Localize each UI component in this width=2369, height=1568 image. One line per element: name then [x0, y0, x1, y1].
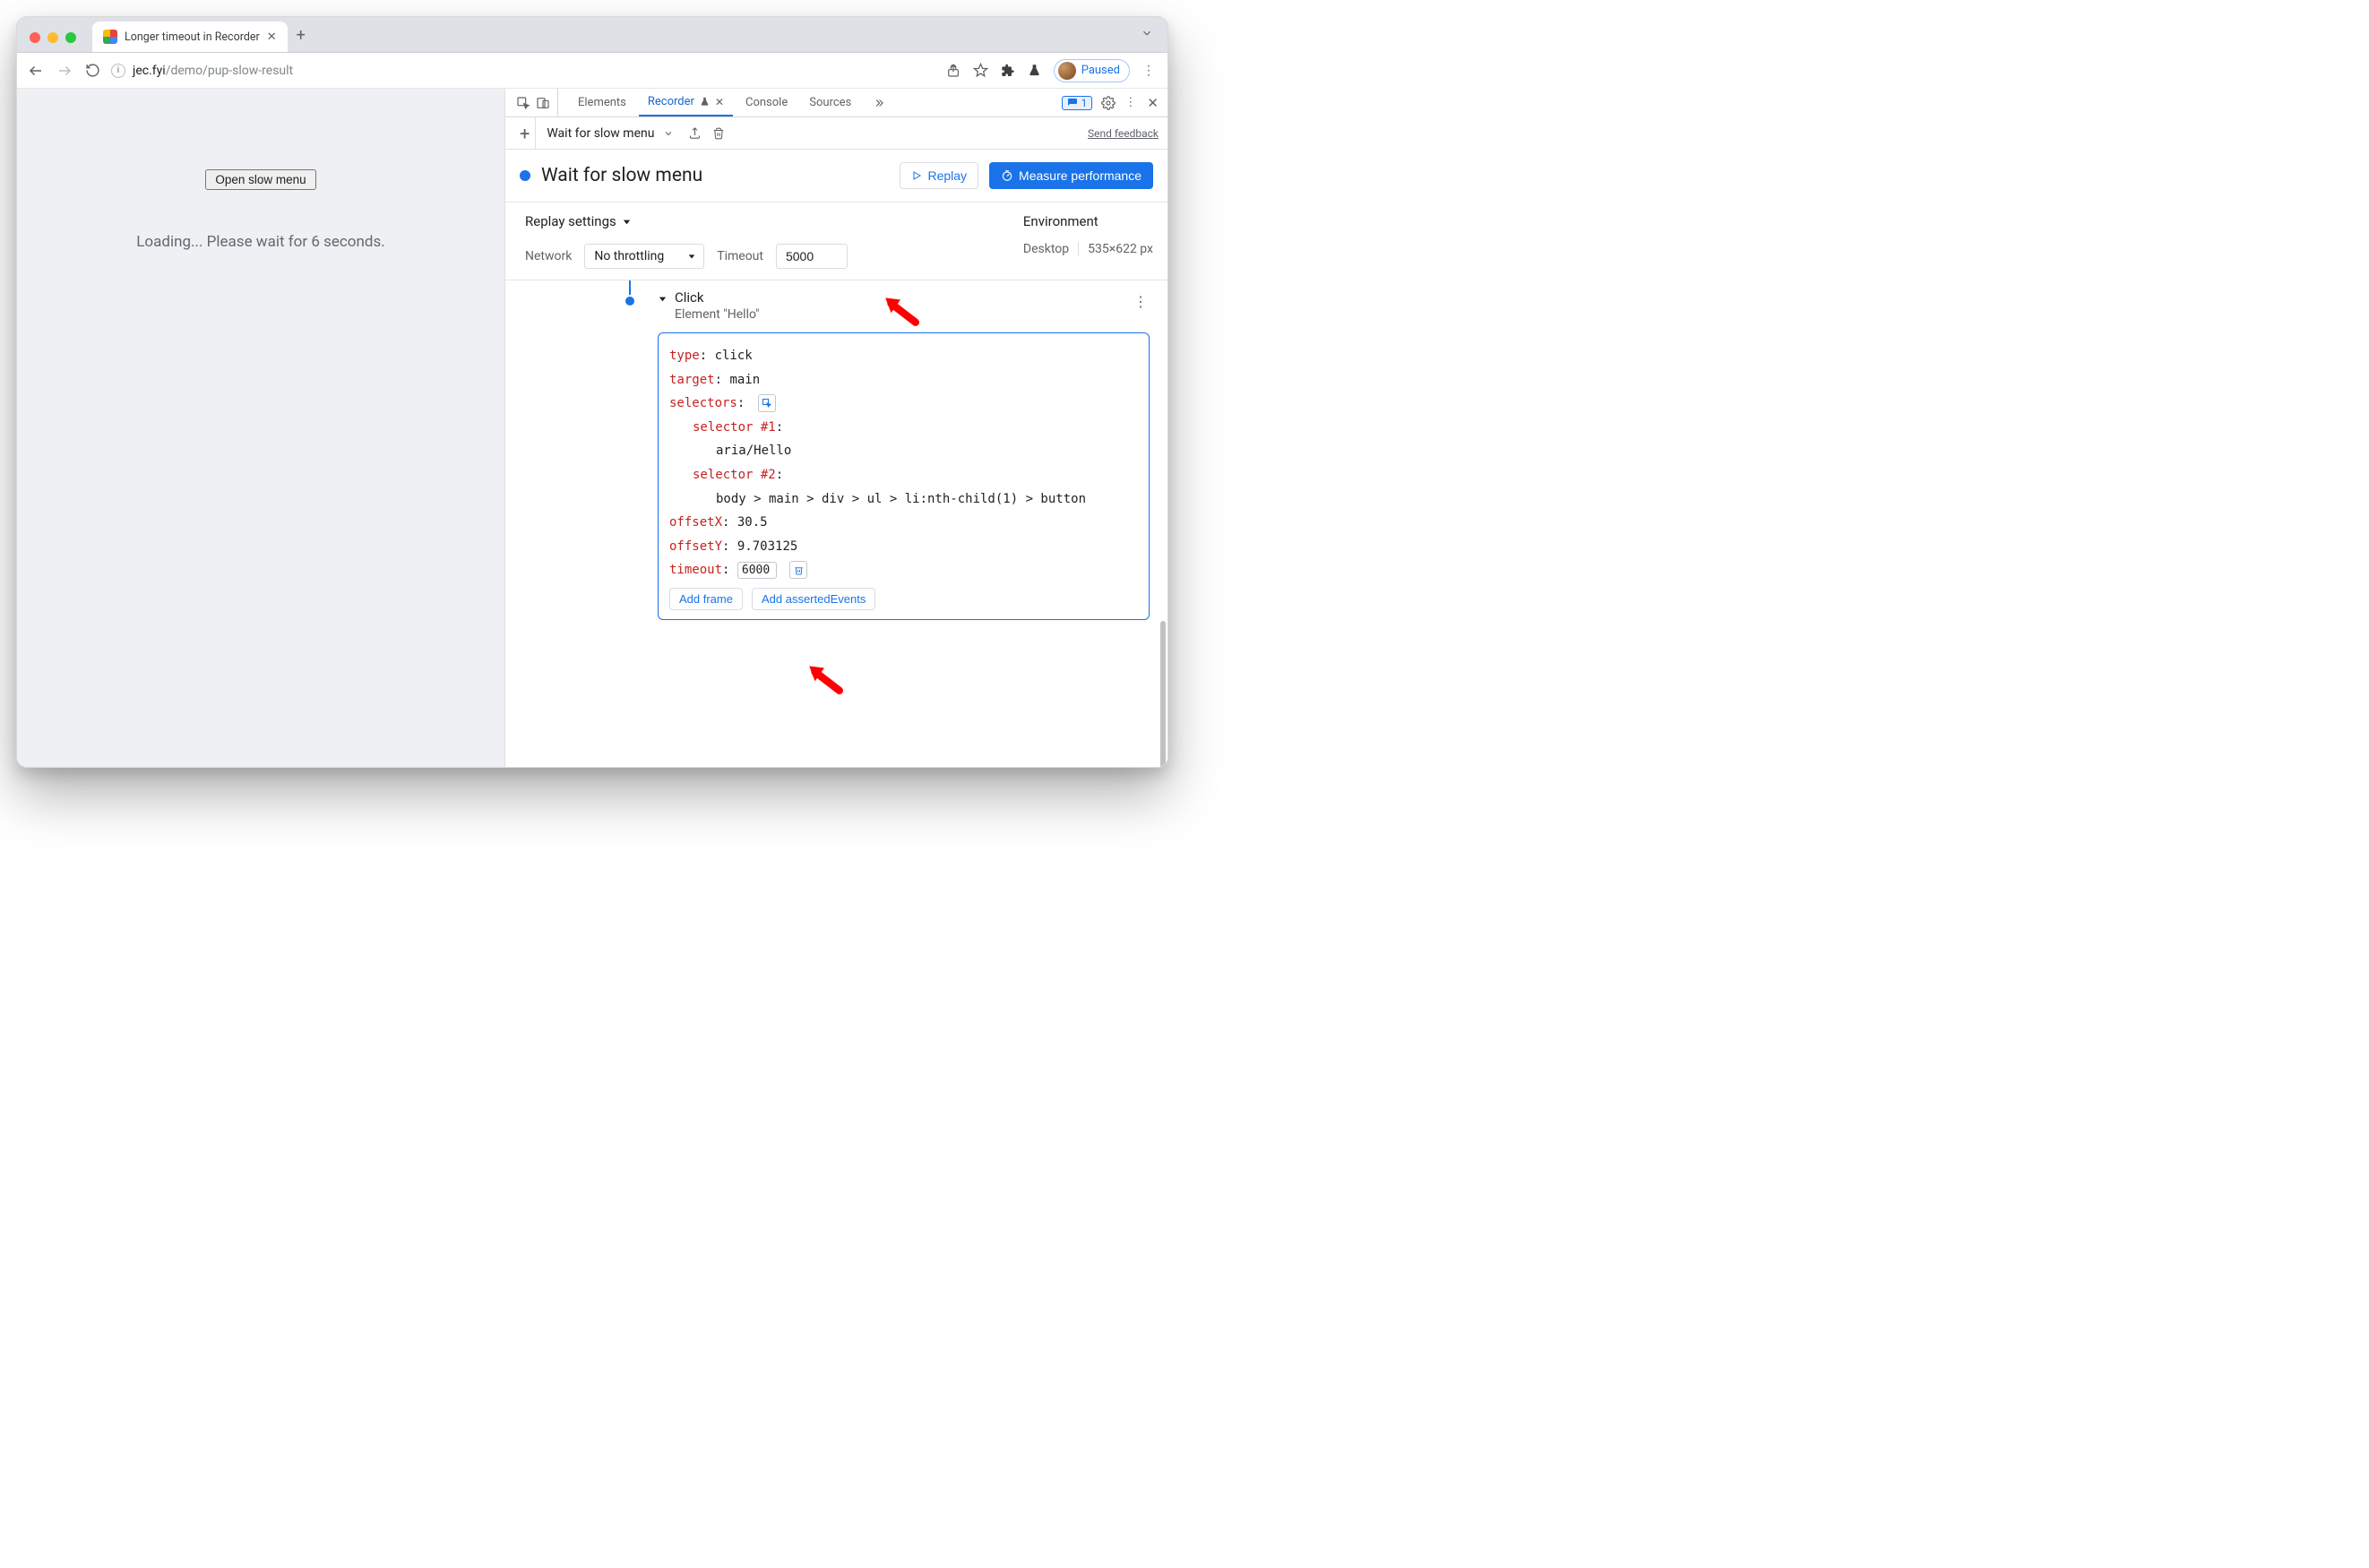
- step-menu-button[interactable]: ⋮: [1133, 293, 1150, 310]
- inspect-element-icon[interactable]: [516, 96, 530, 110]
- loading-text: Loading... Please wait for 6 seconds.: [17, 233, 504, 251]
- tab-title: Longer timeout in Recorder: [125, 30, 260, 44]
- devtools-settings-icon[interactable]: [1101, 96, 1116, 110]
- default-timeout-input[interactable]: [776, 244, 848, 269]
- new-recording-button[interactable]: +: [514, 117, 536, 149]
- environment-info: Desktop 535×622 px: [1023, 242, 1153, 256]
- url-bar: i jec.fyi/demo/pup-slow-result Paused ⋮: [17, 53, 1167, 89]
- close-recorder-tab[interactable]: ✕: [715, 96, 724, 108]
- nav-back-button[interactable]: [28, 63, 44, 79]
- window-zoom-button[interactable]: [65, 32, 76, 43]
- step-click: Click Element "Hello" ⋮ type: click targ…: [658, 289, 1150, 620]
- step-marker: [625, 297, 634, 306]
- share-icon[interactable]: [946, 64, 961, 78]
- recording-steps: Click Element "Hello" ⋮ type: click targ…: [505, 280, 1167, 767]
- environment-title: Environment: [1023, 213, 1153, 229]
- browser-tab[interactable]: Longer timeout in Recorder ✕: [92, 22, 288, 52]
- recording-title: Wait for slow menu: [541, 165, 889, 186]
- devtools-menu-button[interactable]: ⋮: [1124, 96, 1138, 109]
- bookmark-star-icon[interactable]: [973, 63, 988, 78]
- profile-state: Paused: [1081, 64, 1120, 77]
- page-viewport: Open slow menu Loading... Please wait fo…: [17, 89, 505, 767]
- network-label: Network: [525, 249, 572, 263]
- window-close-button[interactable]: [30, 32, 40, 43]
- tabs-dropdown-button[interactable]: [1133, 26, 1160, 52]
- step-subtitle: Element "Hello": [675, 307, 760, 322]
- experiments-icon[interactable]: [1028, 64, 1041, 77]
- nav-forward-button[interactable]: [56, 63, 73, 79]
- tab-elements[interactable]: Elements: [569, 89, 635, 116]
- extensions-icon[interactable]: [1001, 64, 1015, 78]
- flask-icon: [700, 97, 710, 107]
- devtools-toolbar: Elements Recorder ✕ Console Sources: [505, 89, 1167, 117]
- new-tab-button[interactable]: +: [288, 26, 314, 52]
- browser-menu-button[interactable]: ⋮: [1142, 64, 1157, 78]
- export-recording-icon[interactable]: [688, 126, 702, 140]
- step-title: Click: [675, 289, 760, 306]
- recorder-subbar: + Wait for slow menu Send feedback: [505, 117, 1167, 150]
- tab-favicon: [103, 30, 117, 44]
- tab-console[interactable]: Console: [737, 89, 797, 116]
- pick-selector-icon[interactable]: [758, 394, 776, 412]
- measure-performance-button[interactable]: Measure performance: [989, 162, 1153, 189]
- omnibox[interactable]: i jec.fyi/demo/pup-slow-result: [111, 64, 935, 78]
- site-info-icon[interactable]: i: [111, 64, 125, 78]
- tab-strip: Longer timeout in Recorder ✕ +: [17, 17, 1167, 53]
- recording-select[interactable]: Wait for slow menu: [547, 126, 677, 141]
- replay-settings-section: Replay settings Network No throttling Ti…: [505, 202, 1167, 280]
- device-toolbar-icon[interactable]: [536, 96, 550, 110]
- replay-settings-toggle[interactable]: Replay settings: [525, 213, 987, 229]
- more-tabs-button[interactable]: [864, 89, 894, 116]
- profile-chip[interactable]: Paused: [1054, 59, 1130, 82]
- offsetx-value[interactable]: 30.5: [737, 515, 768, 530]
- replay-button[interactable]: Replay: [900, 162, 978, 189]
- tab-recorder[interactable]: Recorder ✕: [639, 89, 733, 116]
- throttling-select[interactable]: No throttling: [584, 244, 704, 269]
- nav-reload-button[interactable]: [85, 63, 100, 78]
- timeout-label: Timeout: [717, 249, 763, 263]
- url-path: /demo/pup-slow-result: [166, 64, 293, 78]
- open-slow-menu-button[interactable]: Open slow menu: [205, 169, 315, 190]
- recording-header: Wait for slow menu Replay Measure perfor…: [505, 150, 1167, 202]
- url-host: jec.fyi: [133, 64, 166, 78]
- offsety-value[interactable]: 9.703125: [737, 539, 797, 554]
- recording-status-dot: [520, 170, 530, 181]
- step-details-editor: type: click target: main selectors: sele…: [658, 332, 1150, 620]
- delete-recording-icon[interactable]: [712, 127, 725, 140]
- issues-chip[interactable]: 1: [1062, 96, 1093, 110]
- window-controls: [24, 32, 85, 52]
- selector-1-value[interactable]: aria/Hello: [716, 444, 791, 458]
- tab-sources[interactable]: Sources: [800, 89, 860, 116]
- selector-2-value[interactable]: body > main > div > ul > li:nth-child(1)…: [716, 492, 1086, 506]
- avatar: [1058, 62, 1076, 80]
- devtools-close-button[interactable]: ✕: [1147, 95, 1159, 111]
- send-feedback-link[interactable]: Send feedback: [1088, 127, 1159, 140]
- add-frame-button[interactable]: Add frame: [669, 588, 743, 610]
- tab-close-button[interactable]: ✕: [267, 30, 277, 44]
- delete-timeout-icon[interactable]: [789, 561, 807, 579]
- browser-window: Longer timeout in Recorder ✕ + i jec.fyi…: [16, 16, 1168, 768]
- devtools-panel: Elements Recorder ✕ Console Sources: [505, 89, 1167, 767]
- step-timeout-input[interactable]: [737, 562, 777, 579]
- step-expand-toggle[interactable]: Click Element "Hello": [658, 289, 1150, 322]
- add-asserted-events-button[interactable]: Add assertedEvents: [752, 588, 875, 610]
- window-minimize-button[interactable]: [47, 32, 58, 43]
- scrollbar[interactable]: [1160, 621, 1166, 767]
